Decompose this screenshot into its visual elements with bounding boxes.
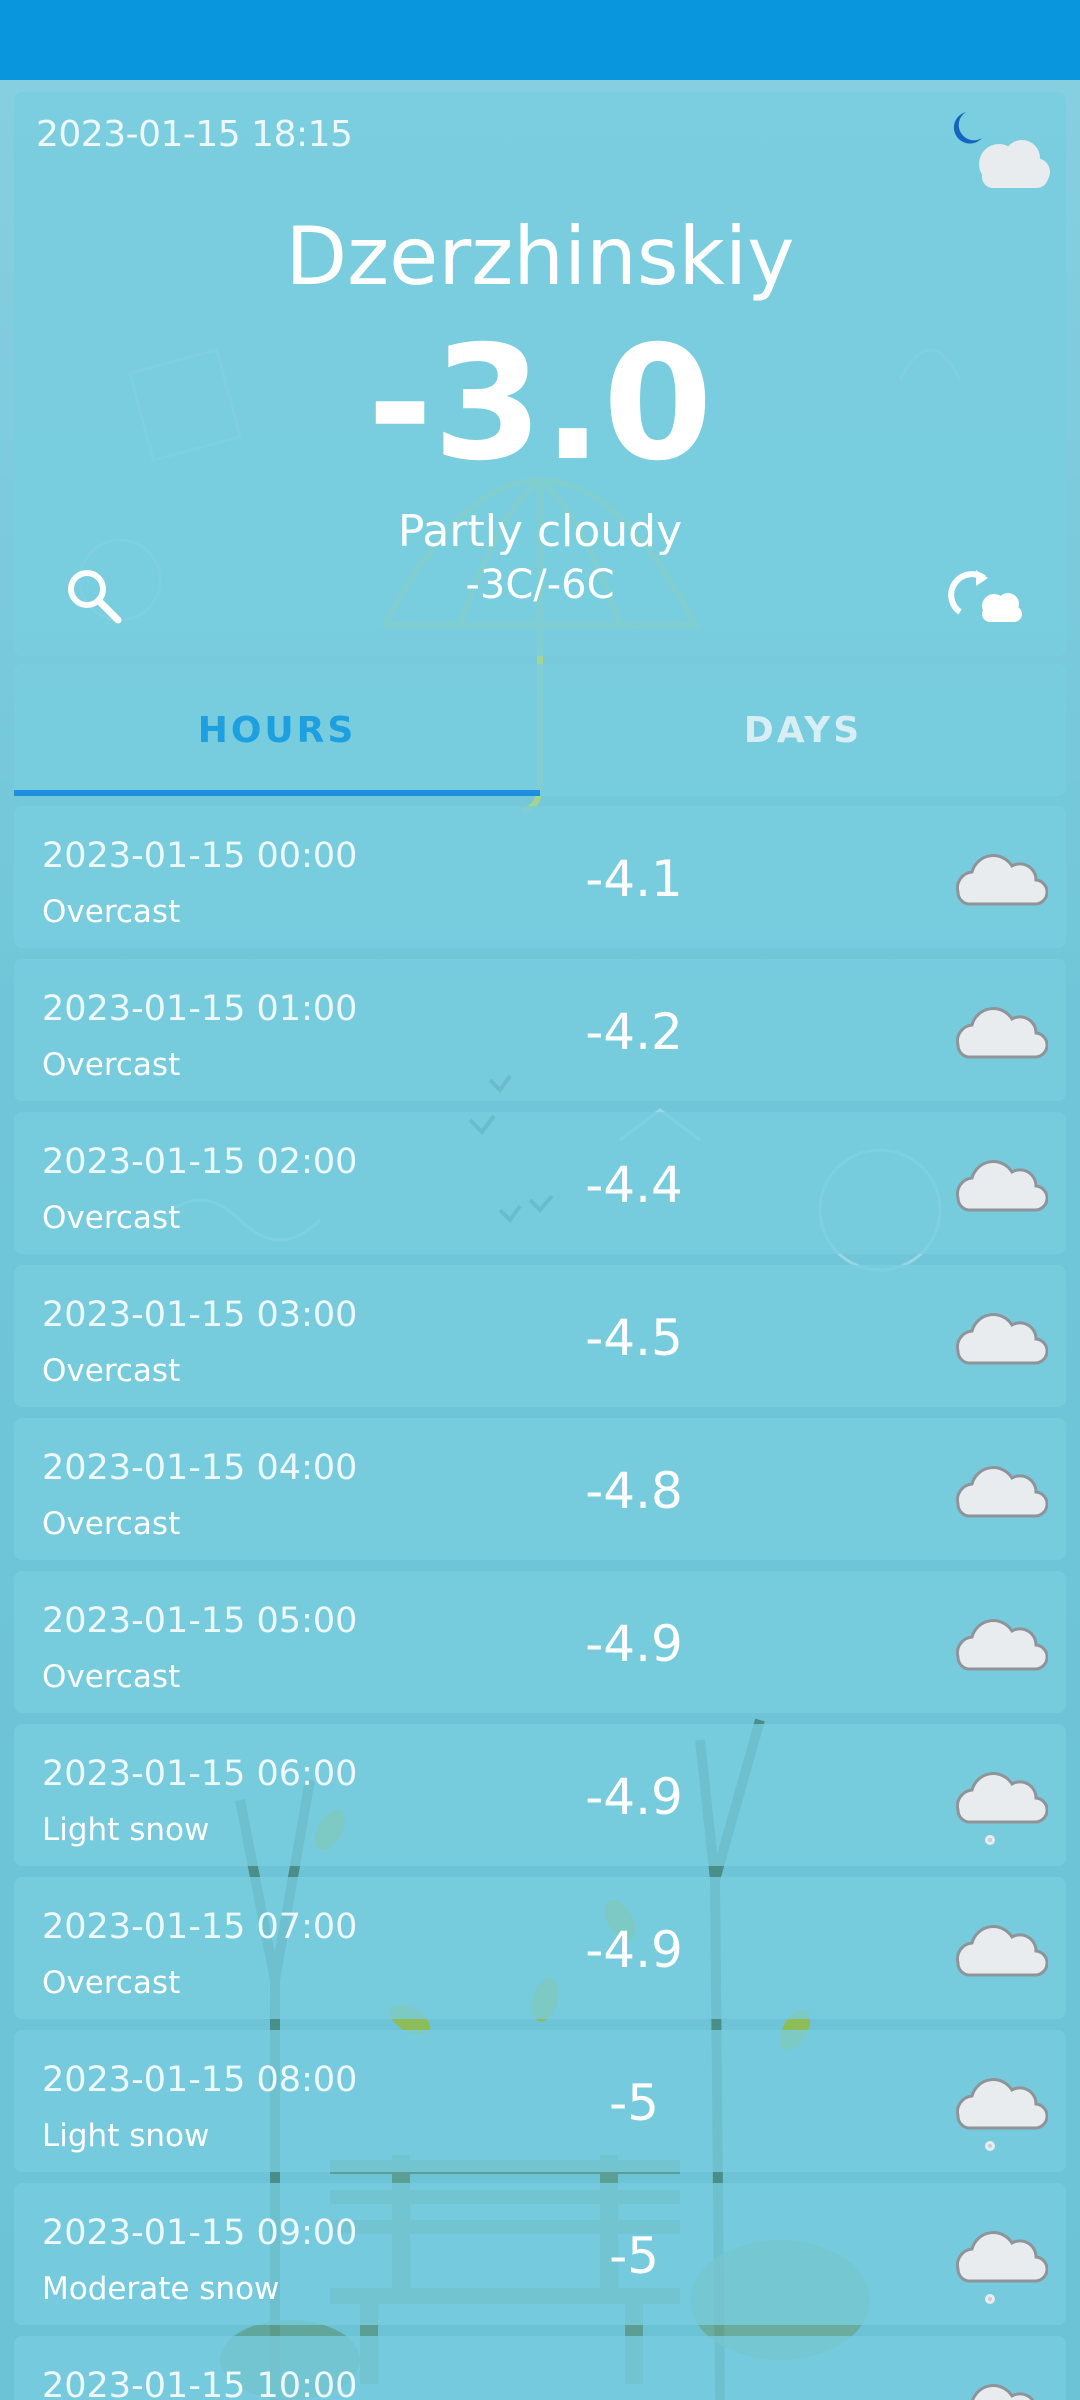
- hour-row[interactable]: 2023-01-15 05:00 Overcast -4.9: [14, 1571, 1066, 1713]
- hour-condition: Overcast: [42, 1200, 181, 1236]
- hour-row[interactable]: 2023-01-15 09:00 Moderate snow -5: [14, 2183, 1066, 2325]
- cloud-icon: [944, 2360, 1048, 2400]
- hour-temperature: -4.9: [585, 1768, 683, 1826]
- city-name: Dzerzhinskiy: [285, 210, 795, 303]
- hour-temperature: -4.2: [585, 1003, 683, 1061]
- hour-condition: Moderate snow: [42, 2271, 280, 2307]
- snow-cloud-icon: [944, 2207, 1049, 2311]
- snow-cloud-icon: [944, 1748, 1049, 1852]
- hour-time: 2023-01-15 03:00: [42, 1295, 358, 1335]
- cloud-icon: [944, 983, 1049, 1087]
- hour-time: 2023-01-15 08:00: [42, 2060, 358, 2100]
- hour-time: 2023-01-15 00:00: [42, 836, 358, 876]
- snow-cloud-icon: [944, 2054, 1049, 2158]
- hour-row[interactable]: 2023-01-15 06:00 Light snow -4.9: [14, 1724, 1066, 1866]
- hour-temperature: -4.4: [585, 1156, 683, 1214]
- hour-condition: Light snow: [42, 1812, 210, 1848]
- hour-temperature: -5: [609, 2074, 659, 2132]
- hour-temperature: -4.5: [585, 1309, 683, 1367]
- hour-time: 2023-01-15 02:00: [42, 1142, 358, 1182]
- cloud-icon: [944, 1136, 1049, 1240]
- hour-row[interactable]: 2023-01-15 00:00 Overcast -4.1: [14, 806, 1066, 948]
- cloud-icon: [944, 830, 1049, 934]
- current-condition: Partly cloudy: [397, 506, 683, 557]
- current-temperature: -3.0: [367, 312, 713, 496]
- status-bar: [0, 0, 1080, 80]
- cloud-icon: [944, 1901, 1049, 2005]
- hour-temperature: -4.9: [585, 1615, 683, 1673]
- hour-time: 2023-01-15 04:00: [42, 1448, 358, 1488]
- hour-condition: Overcast: [42, 1047, 181, 1083]
- hour-row[interactable]: 2023-01-15 10:00: [14, 2336, 1066, 2400]
- hour-time: 2023-01-15 01:00: [42, 989, 358, 1029]
- hour-condition: Overcast: [42, 1659, 181, 1695]
- hour-condition: Light snow: [42, 2118, 210, 2154]
- cloud-icon: [944, 1442, 1049, 1546]
- hour-temperature: -4.1: [585, 850, 683, 908]
- hour-row[interactable]: 2023-01-15 04:00 Overcast -4.8: [14, 1418, 1066, 1560]
- hour-time: 2023-01-15 09:00: [42, 2213, 358, 2253]
- current-weather-card: 2023-01-15 18:15 Dzerzhinskiy -3.0 Partl…: [14, 92, 1066, 656]
- forecast-tabs: HOURS DAYS: [14, 664, 1066, 796]
- cloud-icon: [944, 1289, 1049, 1393]
- hour-condition: Overcast: [42, 1506, 181, 1542]
- temperature-range: -3C/-6C: [465, 562, 615, 608]
- tab-hours[interactable]: HOURS: [14, 664, 540, 796]
- hour-time: 2023-01-15 10:00: [42, 2366, 358, 2400]
- tab-days[interactable]: DAYS: [540, 664, 1066, 796]
- current-datetime: 2023-01-15 18:15: [36, 114, 353, 155]
- hour-temperature: -4.8: [585, 1462, 683, 1520]
- hour-time: 2023-01-15 05:00: [42, 1601, 358, 1641]
- hourly-forecast-list[interactable]: 2023-01-15 00:00 Overcast -4.1 2023-01-1…: [14, 806, 1066, 2400]
- night-partly-cloudy-icon: [944, 102, 1054, 202]
- hour-condition: Overcast: [42, 894, 181, 930]
- refresh-weather-icon[interactable]: [946, 562, 1026, 632]
- active-tab-indicator: [14, 790, 540, 796]
- hour-time: 2023-01-15 07:00: [42, 1907, 358, 1947]
- hour-temperature: -5: [609, 2227, 659, 2285]
- hour-temperature: -4.9: [585, 1921, 683, 1979]
- hour-row[interactable]: 2023-01-15 03:00 Overcast -4.5: [14, 1265, 1066, 1407]
- hour-row[interactable]: 2023-01-15 07:00 Overcast -4.9: [14, 1877, 1066, 2019]
- hour-row[interactable]: 2023-01-15 08:00 Light snow -5: [14, 2030, 1066, 2172]
- hour-time: 2023-01-15 06:00: [42, 1754, 358, 1794]
- search-icon[interactable]: [60, 562, 130, 632]
- hour-condition: Overcast: [42, 1965, 181, 2001]
- cloud-icon: [944, 1595, 1049, 1699]
- hour-condition: Overcast: [42, 1353, 181, 1389]
- hour-row[interactable]: 2023-01-15 02:00 Overcast -4.4: [14, 1112, 1066, 1254]
- hour-row[interactable]: 2023-01-15 01:00 Overcast -4.2: [14, 959, 1066, 1101]
